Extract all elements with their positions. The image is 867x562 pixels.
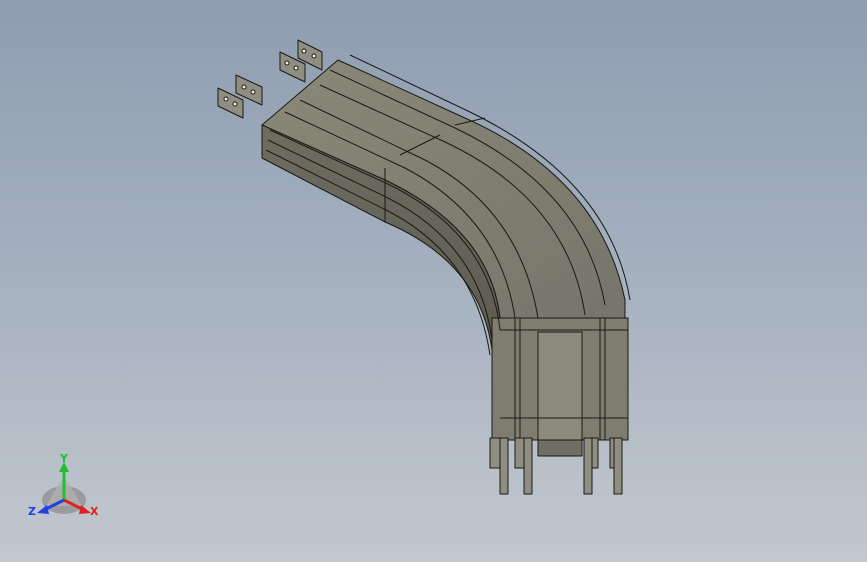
busway-elbow-model[interactable] <box>217 39 631 495</box>
graphics-viewport[interactable]: Y X Z <box>0 0 867 562</box>
orientation-triad[interactable]: Y X Z <box>28 452 99 518</box>
model-canvas[interactable]: Y X Z <box>0 0 867 562</box>
z-axis-label: Z <box>28 505 36 518</box>
z-axis-arrow-icon <box>37 505 49 514</box>
straight-section-center-plate <box>537 331 583 441</box>
x-axis-label: X <box>90 505 99 518</box>
y-axis-label: Y <box>59 452 69 465</box>
elbow-top-face <box>261 59 626 319</box>
bottom-terminals <box>489 437 623 495</box>
